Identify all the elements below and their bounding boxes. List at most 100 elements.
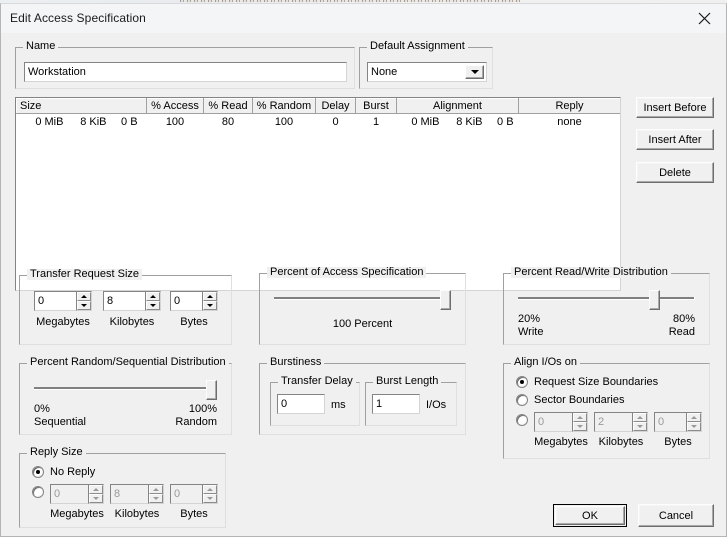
spinner-up-icon[interactable] [203, 292, 217, 301]
col-percent-access[interactable]: % Access [147, 99, 204, 114]
slider-thumb[interactable] [206, 380, 217, 400]
align-io-megabytes-input[interactable]: 0 [534, 412, 572, 432]
col-percent-read[interactable]: % Read [204, 99, 253, 114]
reply-size-bytes-stepper[interactable]: 0 [170, 484, 218, 504]
col-delay[interactable]: Delay [316, 99, 356, 114]
spinner-buttons[interactable] [76, 291, 92, 311]
insert-after-button[interactable]: Insert After [636, 129, 714, 150]
reply-size-kilobytes-input[interactable]: 8 [110, 484, 148, 504]
reply-size-megabytes-input[interactable]: 0 [50, 484, 88, 504]
transfer-size-megabytes-input[interactable]: 0 [34, 291, 76, 311]
spinner-down-icon[interactable] [203, 494, 217, 503]
reply-size-bytes-input[interactable]: 0 [170, 484, 202, 504]
reply-size-custom-radio[interactable] [32, 486, 50, 498]
transfer-size-megabytes-stepper[interactable]: 0 [34, 291, 92, 311]
spinner-up-icon[interactable] [203, 485, 217, 494]
reply-size-no-reply-radio[interactable]: No Reply [32, 466, 95, 478]
title-bar: Edit Access Specification [1, 4, 726, 34]
percent-random-sequential-group: Percent Random/Sequential Distribution 0… [19, 363, 232, 435]
align-io-bytes-input[interactable]: 0 [654, 412, 686, 432]
align-io-kilobytes-stepper[interactable]: 2 [594, 412, 648, 432]
spinner-down-icon[interactable] [89, 494, 103, 503]
insert-before-button[interactable]: Insert Before [636, 97, 714, 118]
spinner-down-icon[interactable] [77, 301, 91, 310]
percent-of-access-spec-slider[interactable] [274, 290, 451, 310]
slider-thumb[interactable] [440, 290, 451, 310]
spinner-down-icon[interactable] [687, 422, 701, 431]
spinner-buttons[interactable] [202, 484, 218, 504]
dialog-client-area: Name Workstation Default Assignment None [1, 33, 726, 536]
col-alignment[interactable]: Alignment [397, 99, 519, 114]
access-spec-table[interactable]: Size % Access % Read % Random Delay Burs… [15, 97, 621, 291]
transfer-size-kilobytes-stepper[interactable]: 8 [103, 291, 161, 311]
col-size[interactable]: Size [17, 99, 147, 114]
edit-access-specification-dialog: Edit Access Specification Name Workstati… [0, 3, 727, 537]
spinner-up-icon[interactable] [687, 413, 701, 422]
chevron-down-icon[interactable] [465, 65, 484, 79]
spinner-up-icon[interactable] [573, 413, 587, 422]
spinner-down-icon[interactable] [149, 494, 163, 503]
reply-size-kilobytes-stepper[interactable]: 8 [110, 484, 164, 504]
transfer-size-bytes-stepper[interactable]: 0 [170, 291, 218, 311]
table-row[interactable]: 0 MiB 8 KiB 0 B 100 80 100 0 1 0 MiB 8 K… [17, 114, 621, 131]
align-io-megabytes-stepper[interactable]: 0 [534, 412, 588, 432]
transfer-size-bytes-label: Bytes [169, 316, 219, 328]
transfer-size-kilobytes-input[interactable]: 8 [103, 291, 145, 311]
spinner-down-icon[interactable] [146, 301, 160, 310]
spinner-up-icon[interactable] [149, 485, 163, 494]
cell-align-kib: 8 KiB [443, 116, 483, 128]
burst-length-input[interactable]: 1 [372, 394, 420, 414]
slider-track[interactable] [274, 297, 451, 300]
cell-percent-access: 100 [147, 114, 204, 131]
slider-track[interactable] [518, 297, 695, 300]
reply-size-megabytes-stepper[interactable]: 0 [50, 484, 104, 504]
cell-size-mib: 0 MiB [25, 116, 63, 128]
cell-size-bytes: 0 B [110, 116, 138, 128]
insert-after-label: Insert After [648, 134, 701, 146]
slider-track[interactable] [34, 387, 217, 390]
spinner-up-icon[interactable] [89, 485, 103, 494]
col-reply[interactable]: Reply [519, 99, 621, 114]
align-io-custom-radio[interactable] [516, 414, 534, 426]
reply-size-bytes-label: Bytes [168, 508, 220, 520]
name-input[interactable]: Workstation [24, 62, 347, 82]
spinner-buttons[interactable] [88, 484, 104, 504]
spinner-buttons[interactable] [632, 412, 648, 432]
transfer-delay-input[interactable]: 0 [277, 394, 325, 414]
spinner-down-icon[interactable] [633, 422, 647, 431]
spinner-buttons[interactable] [148, 484, 164, 504]
transfer-size-megabytes-label: Megabytes [28, 316, 98, 328]
spinner-down-icon[interactable] [203, 301, 217, 310]
align-io-request-size-radio[interactable]: Request Size Boundaries [516, 376, 658, 388]
ok-button[interactable]: OK [553, 504, 627, 527]
align-io-sector-radio[interactable]: Sector Boundaries [516, 394, 625, 406]
slider-thumb[interactable] [649, 290, 660, 310]
insert-before-label: Insert Before [644, 102, 707, 114]
cell-align-mib: 0 MiB [401, 116, 439, 128]
col-percent-random[interactable]: % Random [253, 99, 316, 114]
spinner-down-icon[interactable] [573, 422, 587, 431]
close-icon[interactable] [682, 4, 726, 32]
percent-read-write-slider[interactable] [518, 290, 695, 310]
cell-size-kib: 8 KiB [67, 116, 107, 128]
percent-of-access-spec-legend: Percent of Access Specification [267, 267, 426, 278]
delete-button[interactable]: Delete [636, 162, 714, 183]
default-assignment-select[interactable]: None [367, 62, 487, 82]
transfer-size-bytes-input[interactable]: 0 [170, 291, 202, 311]
spinner-buttons[interactable] [145, 291, 161, 311]
spinner-buttons[interactable] [202, 291, 218, 311]
align-io-kilobytes-input[interactable]: 2 [594, 412, 632, 432]
cancel-button[interactable]: Cancel [638, 504, 714, 527]
spinner-buttons[interactable] [572, 412, 588, 432]
spinner-up-icon[interactable] [633, 413, 647, 422]
spinner-buttons[interactable] [686, 412, 702, 432]
percent-random-sequential-slider[interactable] [34, 380, 217, 400]
radio-unselected-icon [516, 394, 528, 406]
spinner-up-icon[interactable] [77, 292, 91, 301]
spinner-up-icon[interactable] [146, 292, 160, 301]
burst-length-unit: I/Os [426, 399, 446, 411]
transfer-request-size-group: Transfer Request Size 0 Megabytes 8 Kilo… [19, 275, 232, 345]
col-burst[interactable]: Burst [356, 99, 397, 114]
align-io-bytes-stepper[interactable]: 0 [654, 412, 702, 432]
sequential-label: Sequential [34, 416, 86, 428]
